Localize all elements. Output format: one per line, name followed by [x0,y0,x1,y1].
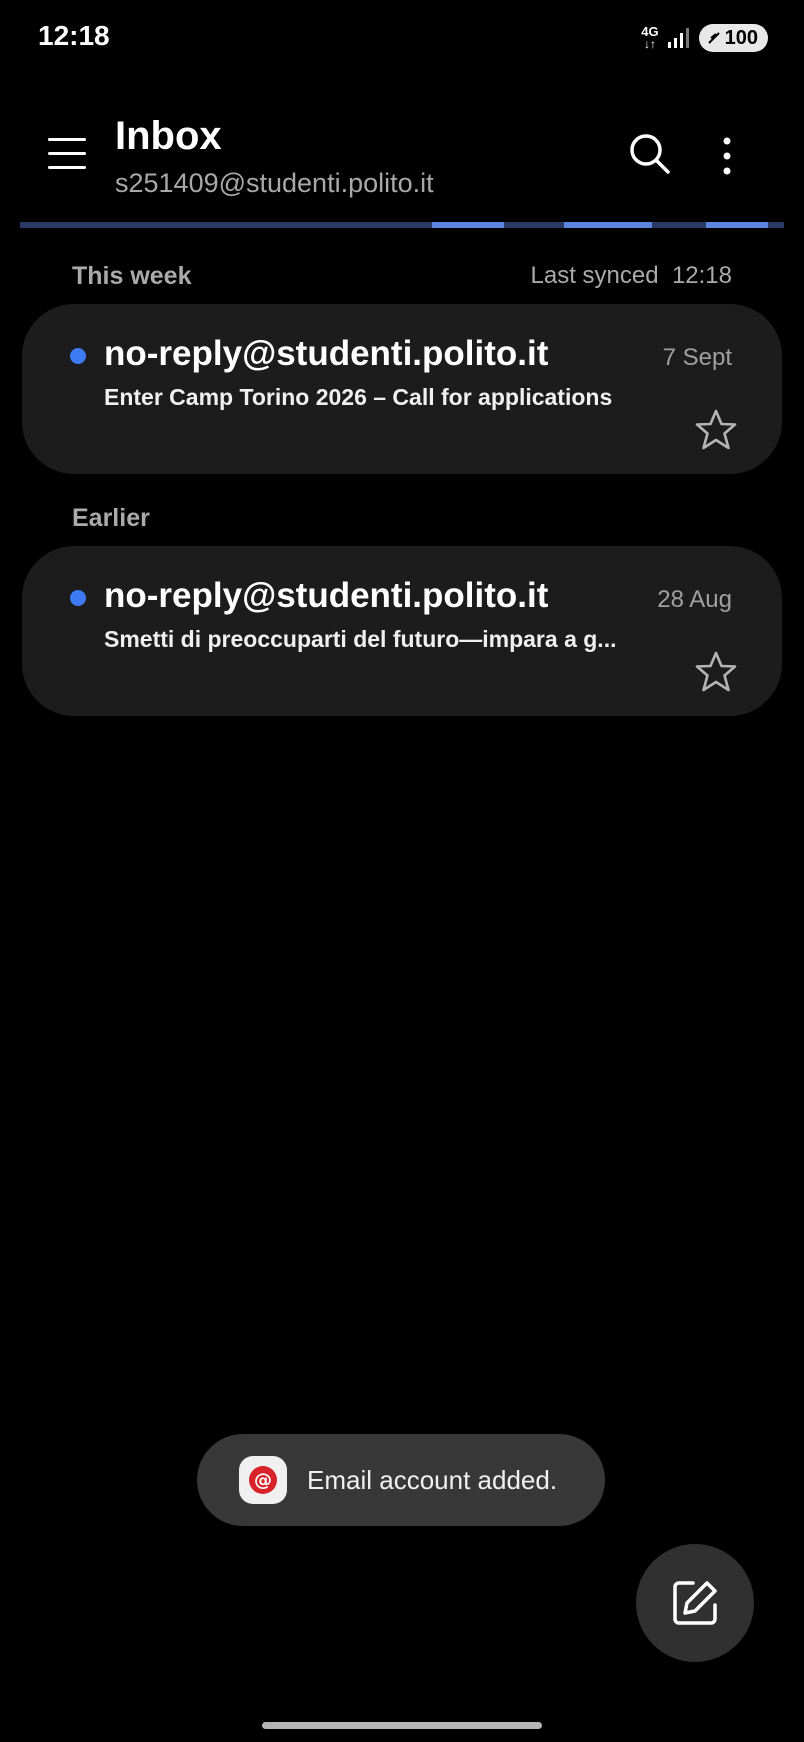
sync-progress-bar [20,222,784,228]
unread-indicator [70,348,86,364]
toast-notification: @ Email account added. [197,1434,605,1526]
star-icon[interactable] [694,650,738,694]
email-subject: Smetti di preoccuparti del futuro—impara… [104,626,617,652]
status-time: 12:18 [38,20,110,51]
email-date: 28 Aug [657,586,732,613]
email-list-item[interactable]: no-reply@studenti.polito.it 7 Sept Enter… [22,304,782,474]
star-icon[interactable] [694,408,738,452]
signal-icon [667,28,689,48]
email-app-icon: @ [239,1456,287,1504]
status-icons: 4G ↓↑ 100 [641,24,768,52]
svg-text:@: @ [254,1470,272,1491]
email-list-item[interactable]: no-reply@studenti.polito.it 28 Aug Smett… [22,546,782,716]
last-synced-label: Last synced [530,262,659,289]
compose-icon [673,1581,717,1625]
battery-saver-icon [707,32,720,44]
battery-icon: 100 [698,24,768,52]
section-label-this-week: This week [72,262,192,290]
unread-indicator [70,590,86,606]
toast-text: Email account added. [307,1464,558,1495]
email-subject: Enter Camp Torino 2026 – Call for applic… [104,384,613,410]
menu-icon[interactable] [48,138,86,172]
email-date: 7 Sept [662,344,732,371]
data-arrows-icon: ↓↑ [643,37,656,51]
compose-button[interactable] [636,1544,754,1662]
page-title: Inbox [115,114,222,158]
home-indicator[interactable] [262,1722,542,1729]
more-options-icon[interactable] [712,134,742,178]
email-sender: no-reply@studenti.polito.it [104,576,549,615]
last-synced: Last synced 12:18 [531,262,732,290]
battery-level: 100 [724,26,758,49]
search-icon[interactable] [628,132,672,176]
email-sender: no-reply@studenti.polito.it [104,334,549,373]
section-label-earlier: Earlier [72,504,150,532]
network-indicator: 4G ↓↑ [641,25,658,51]
account-email: s251409@studenti.polito.it [115,168,434,198]
last-synced-time: 12:18 [671,262,732,289]
